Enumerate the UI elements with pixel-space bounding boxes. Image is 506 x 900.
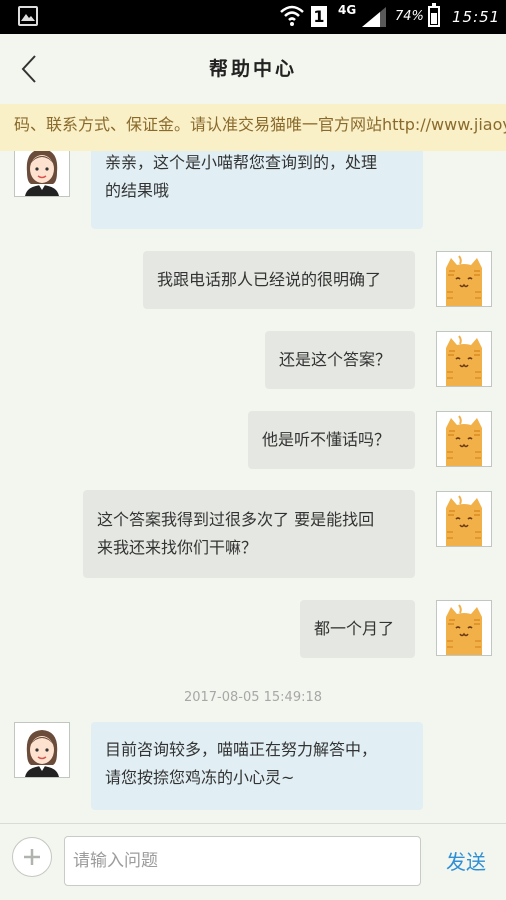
gallery-icon <box>18 6 38 26</box>
user-message-bubble: 我跟电话那人已经说的很明确了 <box>143 251 415 309</box>
notice-banner: 码、联系方式、保证金。请认准交易猫唯一官方网站http://www.jiaoyi… <box>0 104 506 151</box>
battery-icon <box>428 3 440 27</box>
message-line: 亲亲，这个是小喵帮您查询到的，处理 <box>105 153 378 172</box>
status-bar: 1 4G 74% 15:51 <box>0 0 506 34</box>
cat-avatar-icon <box>446 415 482 466</box>
message-line: 我跟电话那人已经说的很明确了 <box>157 270 382 289</box>
page-title: 帮助中心 <box>208 58 297 80</box>
battery-percent: 74% <box>395 9 424 24</box>
agent-message-bubble: 目前咨询较多，喵喵正在努力解答中， 请您按捺您鸡冻的小心灵~ <box>91 722 423 810</box>
cat-avatar-icon <box>446 604 482 655</box>
message-line: 都一个月了 <box>314 619 395 638</box>
notice-text: 码、联系方式、保证金。请认准交易猫唯一官方网站http://www.jiaoyi… <box>14 115 506 134</box>
plus-icon[interactable] <box>12 837 52 877</box>
message-line: 来我还来找你们干嘛？ <box>97 538 258 557</box>
message-line: 还是这个答案？ <box>279 350 392 369</box>
agent-avatar-icon <box>25 730 59 777</box>
sim-icon: 1 <box>311 6 327 27</box>
message-timestamp: 2017-08-05 15:49:18 <box>183 690 323 705</box>
message-line: 目前咨询较多，喵喵正在努力解答中， <box>105 740 378 759</box>
message-line: 这个答案我得到过很多次了 要是能找回 <box>97 510 375 529</box>
signal-icon <box>362 7 386 27</box>
user-avatar <box>436 331 492 387</box>
user-message-bubble: 还是这个答案？ <box>265 331 415 389</box>
user-message-bubble: 都一个月了 <box>300 600 415 658</box>
user-avatar <box>436 411 492 467</box>
cat-avatar-icon <box>446 495 482 546</box>
user-message-bubble: 他是听不懂话吗？ <box>248 411 415 469</box>
agent-avatar-icon <box>25 151 59 196</box>
question-input[interactable] <box>64 836 421 886</box>
agent-avatar <box>14 151 70 197</box>
header: 帮助中心 <box>0 34 506 104</box>
clock: 15:51 <box>452 8 501 26</box>
user-avatar <box>436 491 492 547</box>
input-bar: 发送 <box>0 823 506 900</box>
wifi-icon <box>280 5 304 26</box>
message-line: 请您按捺您鸡冻的小心灵~ <box>105 768 295 787</box>
cat-avatar-icon <box>446 255 482 306</box>
cat-avatar-icon <box>446 335 482 386</box>
agent-avatar <box>14 722 70 778</box>
message-line: 他是听不懂话吗？ <box>262 430 391 449</box>
chat-area[interactable]: 亲亲，这个是小喵帮您查询到的，处理 的结果哦 我跟电话那人已经说的很明确了 还是… <box>0 151 506 823</box>
user-avatar <box>436 600 492 656</box>
user-avatar <box>436 251 492 307</box>
user-message-bubble: 这个答案我得到过很多次了 要是能找回 来我还来找你们干嘛？ <box>83 490 415 578</box>
message-line: 的结果哦 <box>105 181 170 200</box>
send-button[interactable]: 发送 <box>436 846 496 875</box>
network-type: 4G <box>338 3 357 17</box>
agent-message-bubble: 亲亲，这个是小喵帮您查询到的，处理 的结果哦 <box>91 151 423 229</box>
